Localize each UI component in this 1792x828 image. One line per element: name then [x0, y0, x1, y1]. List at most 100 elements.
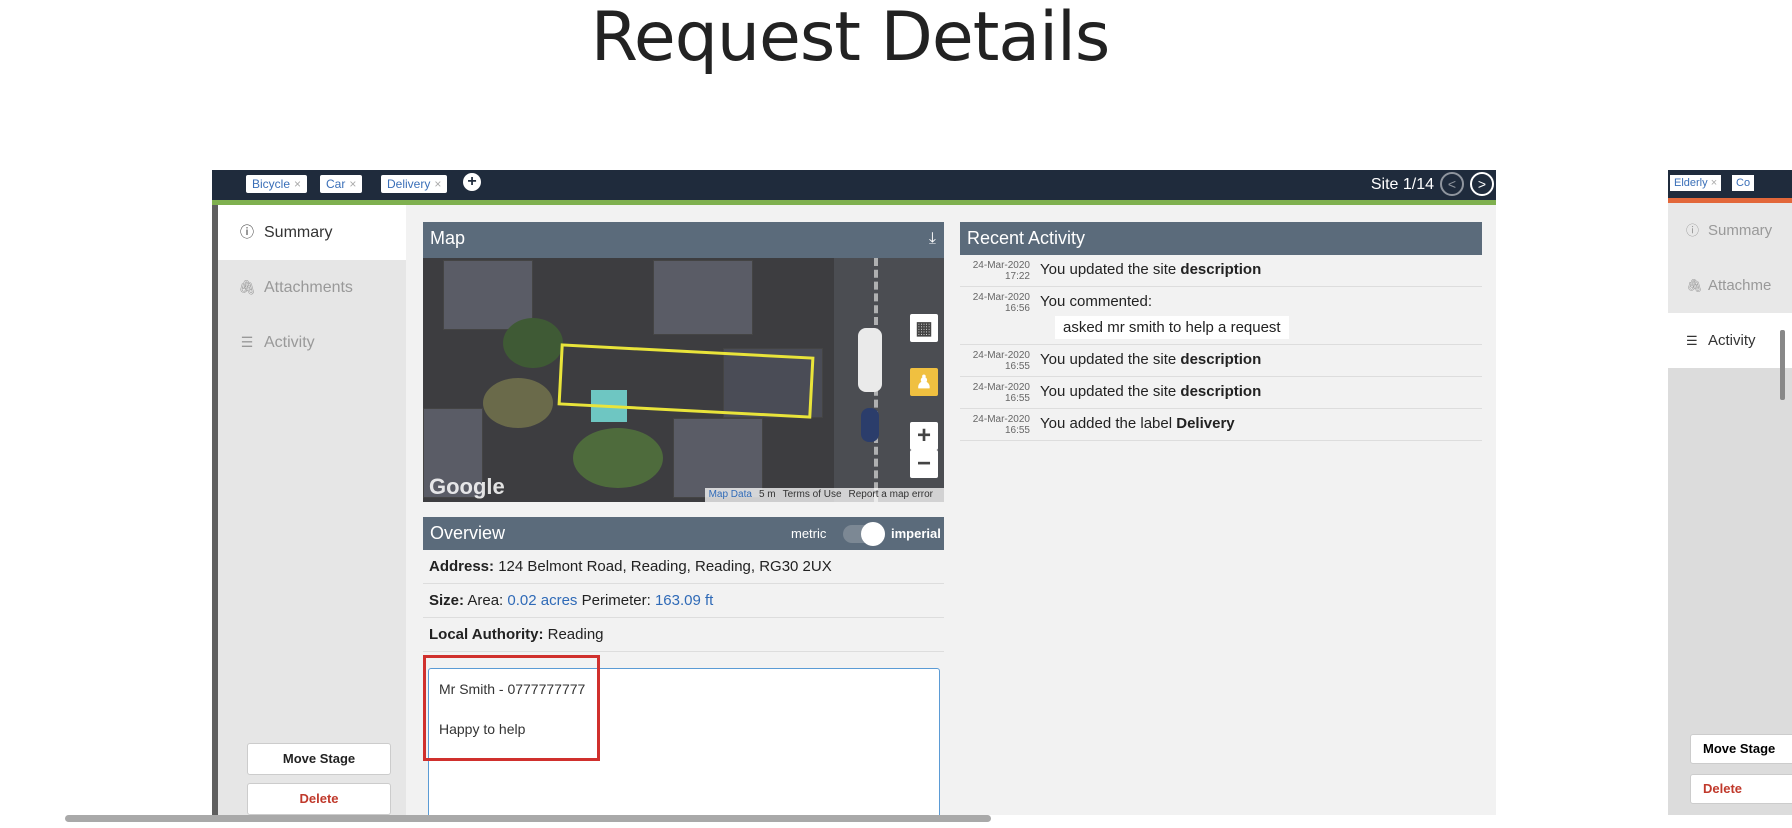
sidebar-item-label: Attachments: [264, 279, 353, 296]
activity-text: You commented:: [1040, 293, 1153, 310]
horizontal-scrollbar[interactable]: [65, 815, 991, 822]
info-icon: ⓘ: [1686, 223, 1700, 238]
list-icon: ☰: [240, 334, 254, 350]
activity-date: 24-Mar-2020 16:55: [972, 382, 1030, 404]
map-header: Map ⤓: [423, 222, 944, 258]
prev-site-button[interactable]: <: [1440, 172, 1464, 196]
units-toggle[interactable]: [843, 522, 885, 546]
activity-date: 24-Mar-2020 16:55: [972, 350, 1030, 372]
text-cursor: [1780, 330, 1785, 400]
main-screenshot: Bicycle × Car × Delivery × + Site 1/14 < > …: [212, 170, 1496, 815]
activity-title: Recent Activity: [967, 228, 1086, 248]
overview-title: Overview: [430, 523, 506, 543]
page-title: Request Details: [590, 0, 1111, 77]
paperclip-icon: 🖇: [1686, 278, 1703, 293]
tag-partial[interactable]: Co: [1732, 175, 1755, 191]
address-row: Address: 124 Belmont Road, Reading, Read…: [423, 550, 944, 584]
sidebar-item-activity[interactable]: ☰ Activity: [218, 315, 406, 370]
tag-bicycle[interactable]: Bicycle ×: [246, 175, 308, 193]
activity-item: 24-Mar-2020 16:55 You updated the site de…: [960, 345, 1482, 377]
activity-text: You updated the site description: [1040, 351, 1262, 368]
map-scale: 5 m: [758, 489, 776, 500]
map-title: Map: [430, 228, 466, 248]
move-stage-button[interactable]: Move Stage: [247, 743, 391, 775]
toggle-imperial-label: imperial: [891, 526, 941, 541]
toggle-metric-label: metric: [791, 526, 827, 541]
activity-text: You updated the site description: [1040, 261, 1262, 278]
activity-text: You updated the site description: [1040, 383, 1262, 400]
map-type-icon[interactable]: ▦: [910, 314, 938, 342]
paperclip-icon: 🖇: [238, 279, 256, 295]
top-bar: Elderly × Co: [1668, 170, 1792, 198]
download-icon[interactable]: ⤓: [929, 222, 936, 255]
area-value: 0.02 acres: [507, 592, 578, 609]
activity-item: 24-Mar-2020 16:55 You added the label Del…: [960, 409, 1482, 441]
tag-remove-icon[interactable]: ×: [1711, 177, 1717, 189]
tag-elderly[interactable]: Elderly ×: [1670, 175, 1722, 191]
authority-row: Local Authority: Reading: [423, 618, 944, 652]
activity-text: You added the label Delivery: [1040, 415, 1235, 432]
top-bar: Bicycle × Car × Delivery × + Site 1/14 < >: [212, 170, 1496, 200]
activity-list: 24-Mar-2020 17:22 You updated the site de…: [960, 255, 1482, 441]
sidebar-item-attachments[interactable]: 🖇 Attachments: [218, 260, 406, 315]
move-stage-button[interactable]: Move Stage: [1690, 734, 1792, 764]
sidebar-item-summary[interactable]: ⓘ Summary: [1668, 203, 1792, 258]
google-logo: Google: [429, 474, 505, 499]
map-data-link[interactable]: Map Data: [709, 489, 752, 500]
map-view[interactable]: ▦ ♟ + − Google Map Data 5 m Terms of Use Re…: [423, 258, 944, 502]
list-icon: ☰: [1686, 333, 1698, 348]
tag-car[interactable]: Car ×: [320, 175, 363, 193]
tag-remove-icon[interactable]: ×: [434, 177, 441, 191]
map-tree: [483, 378, 553, 428]
report-link[interactable]: Report a map error: [849, 489, 933, 500]
map-car: [858, 328, 882, 392]
activity-item: 24-Mar-2020 16:56 You commented: asked mr…: [960, 287, 1482, 345]
sidebar-item-activity[interactable]: ☰ Activity: [1668, 313, 1792, 368]
perimeter-value: 163.09 ft: [654, 592, 714, 609]
sidebar-item-summary[interactable]: ⓘ Summary: [218, 205, 406, 260]
overview-header: Overview metric imperial: [423, 517, 944, 550]
tag-remove-icon[interactable]: ×: [349, 177, 356, 191]
activity-date: 24-Mar-2020 16:56: [972, 292, 1030, 314]
activity-item: 24-Mar-2020 17:22 You updated the site de…: [960, 255, 1482, 287]
tag-remove-icon[interactable]: ×: [294, 177, 301, 191]
sidebar-item-attachments[interactable]: 🖇 Attachme: [1668, 258, 1792, 313]
terms-link[interactable]: Terms of Use: [783, 489, 842, 500]
size-row: Size: Area: 0.02 acres Perimeter: 163.09…: [423, 584, 944, 618]
activity-header: Recent Activity: [960, 222, 1482, 255]
area-label: Area:: [467, 592, 504, 609]
delete-button[interactable]: Delete: [247, 783, 391, 815]
address-label: Address:: [429, 558, 495, 575]
size-label: Size:: [429, 592, 465, 609]
activity-item: 24-Mar-2020 16:55 You updated the site de…: [960, 377, 1482, 409]
highlight-box: [423, 655, 600, 761]
activity-date: 24-Mar-2020 16:55: [972, 414, 1030, 436]
map-tree: [503, 318, 563, 368]
authority-label: Local Authority:: [429, 626, 544, 643]
sidebar-item-label: Activity: [264, 334, 315, 351]
tag-delivery[interactable]: Delivery ×: [381, 175, 448, 193]
site-boundary[interactable]: [557, 343, 815, 419]
sidebar: ⓘ Summary 🖇 Attachments ☰ Activity Move Sta…: [218, 205, 406, 815]
next-site-button[interactable]: >: [1470, 172, 1494, 196]
tag-label: Car: [326, 177, 346, 191]
tag-label: Delivery: [387, 177, 431, 191]
authority-value: Reading: [547, 626, 604, 643]
activity-comment: asked mr smith to help a request: [1055, 316, 1289, 339]
info-icon: ⓘ: [240, 224, 254, 240]
perimeter-label: Perimeter:: [581, 592, 651, 609]
delete-button[interactable]: Delete: [1690, 774, 1792, 804]
site-counter: Site 1/14: [1370, 176, 1434, 193]
street-view-icon[interactable]: ♟: [910, 368, 938, 396]
add-tag-icon[interactable]: +: [463, 173, 481, 191]
sidebar-item-label: Summary: [264, 224, 333, 241]
zoom-out-button[interactable]: −: [910, 450, 938, 478]
zoom-in-button[interactable]: +: [910, 422, 938, 450]
page: Request Details Bicycle × Car × Delivery × …: [0, 0, 1792, 828]
activity-date: 24-Mar-2020 17:22: [972, 260, 1030, 282]
map-footer: Map Data 5 m Terms of Use Report a map erro…: [704, 488, 944, 502]
secondary-screenshot: Elderly × Co ⓘ Summary 🖇 Attachme ☰ Activit…: [1668, 170, 1792, 815]
address-value: 124 Belmont Road, Reading, Reading, RG30…: [498, 558, 832, 575]
map-roof: [653, 260, 753, 335]
map-roof: [673, 418, 763, 498]
